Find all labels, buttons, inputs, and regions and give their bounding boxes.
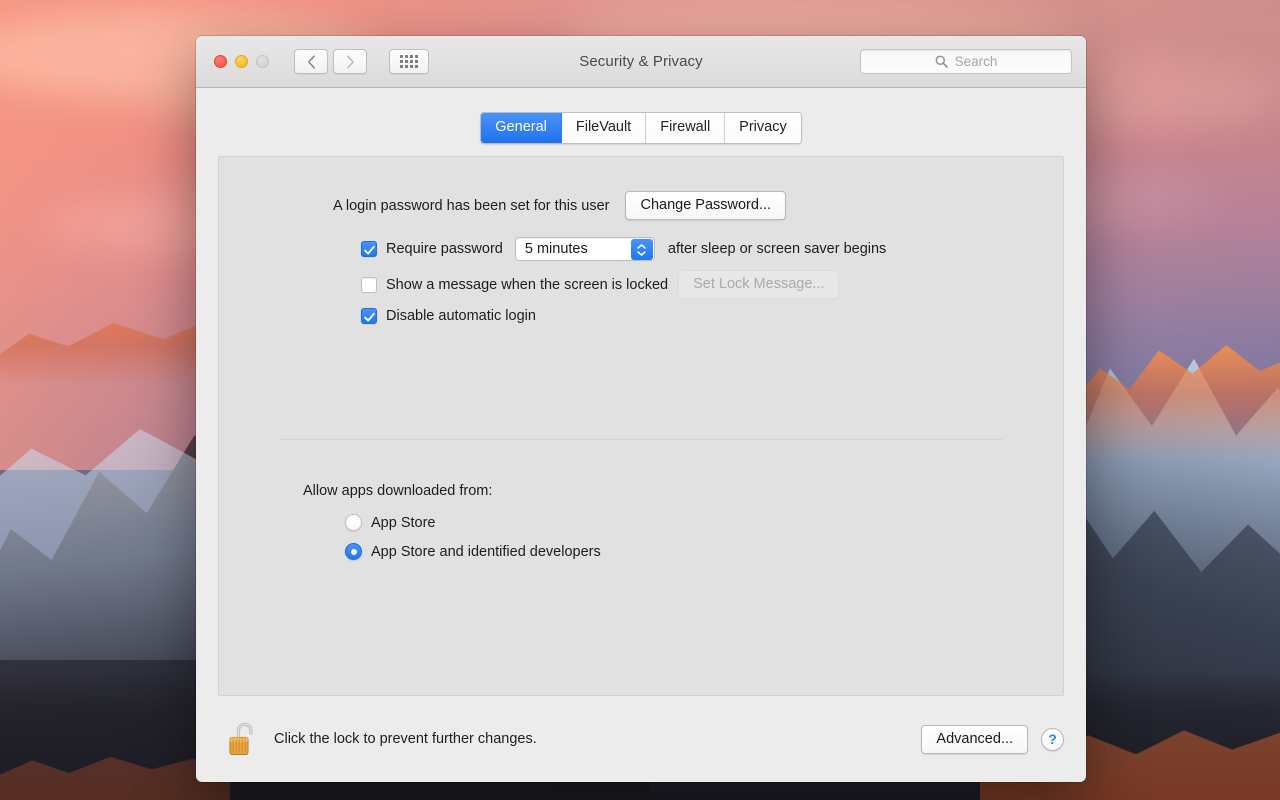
require-password-delay-value[interactable]: 5 minutes [516, 241, 588, 257]
tab-filevault[interactable]: FileVault [561, 113, 647, 143]
require-password-checkbox[interactable] [361, 241, 377, 257]
unlocked-padlock-icon[interactable] [226, 719, 260, 759]
tab-bar: General FileVault Firewall Privacy [196, 88, 1086, 156]
security-privacy-window: Security & Privacy Search General FileVa… [196, 36, 1086, 782]
disable-auto-login-row: Disable automatic login [361, 308, 1033, 324]
search-icon [935, 55, 948, 68]
change-password-button[interactable]: Change Password... [625, 191, 787, 220]
set-lock-message-button[interactable]: Set Lock Message... [678, 270, 840, 299]
show-all-button[interactable] [389, 49, 429, 74]
help-button[interactable]: ? [1041, 727, 1064, 751]
disable-auto-login-label: Disable automatic login [386, 308, 536, 324]
advanced-button[interactable]: Advanced... [921, 724, 1028, 754]
require-password-label: Require password [386, 241, 503, 257]
disable-auto-login-checkbox[interactable] [361, 308, 377, 324]
search-input[interactable]: Search [955, 54, 998, 69]
login-password-status: A login password has been set for this u… [333, 197, 610, 214]
radio-app-store[interactable] [345, 514, 362, 531]
allow-apps-title: Allow apps downloaded from: [303, 483, 493, 499]
radio-app-store-identified-developers-label: App Store and identified developers [371, 543, 601, 560]
desktop-wallpaper: Security & Privacy Search General FileVa… [0, 0, 1280, 800]
lock-message-checkbox[interactable] [361, 276, 377, 293]
tab-firewall[interactable]: Firewall [646, 113, 726, 143]
require-password-delay-stepper[interactable]: 5 minutes [514, 237, 655, 261]
traffic-light-group [214, 55, 269, 68]
lock-hint-text: Click the lock to prevent further change… [274, 731, 537, 747]
footer-actions: Advanced... ? [921, 724, 1064, 754]
zoom-button[interactable] [256, 55, 269, 68]
section-divider [279, 439, 1003, 440]
minimize-button[interactable] [235, 55, 248, 68]
back-chevron-icon [307, 54, 316, 69]
allow-apps-section: Allow apps downloaded from: App Store Ap… [249, 483, 601, 572]
forward-button[interactable] [333, 49, 367, 74]
search-field[interactable]: Search [860, 49, 1072, 74]
general-settings-panel: A login password has been set for this u… [218, 156, 1064, 696]
require-password-trailing-text: after sleep or screen saver begins [667, 241, 887, 257]
tab-general[interactable]: General [481, 113, 562, 143]
tab-privacy[interactable]: Privacy [725, 113, 801, 143]
require-password-row: Require password 5 minutes after sleep o… [361, 237, 1033, 261]
navigation-button-group [294, 49, 429, 74]
window-titlebar[interactable]: Security & Privacy Search [196, 36, 1086, 88]
show-all-grid-icon [400, 55, 418, 68]
security-options-list: Require password 5 minutes after sleep o… [361, 237, 1033, 324]
lock-message-label: Show a message when the screen is locked [386, 276, 669, 293]
lock-message-row: Show a message when the screen is locked… [361, 270, 1033, 299]
stepper-up-down-icon[interactable] [630, 239, 653, 260]
radio-row-app-store-identified-developers: App Store and identified developers [345, 543, 601, 560]
tab-group: General FileVault Firewall Privacy [480, 112, 802, 144]
radio-app-store-identified-developers[interactable] [345, 543, 362, 560]
close-button[interactable] [214, 55, 227, 68]
login-password-row: A login password has been set for this u… [333, 191, 1033, 220]
radio-app-store-label: App Store [371, 514, 436, 531]
back-button[interactable] [294, 49, 328, 74]
radio-row-app-store: App Store [345, 514, 601, 531]
forward-chevron-icon [346, 54, 355, 69]
window-footer: Click the lock to prevent further change… [196, 696, 1086, 782]
allow-apps-radio-group: App Store App Store and identified devel… [345, 514, 601, 560]
